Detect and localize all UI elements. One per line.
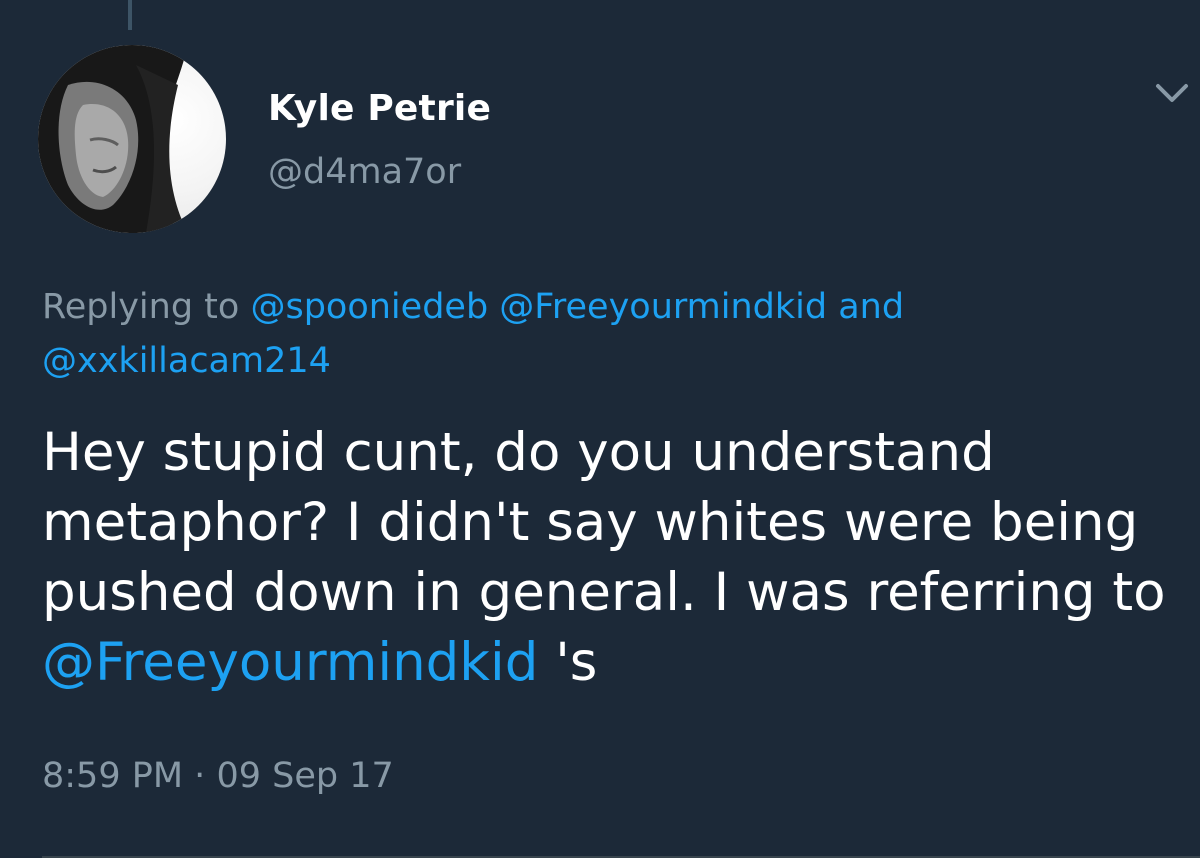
mention-link-spooniedeb[interactable]: @spooniedeb [250, 287, 488, 327]
author-handle[interactable]: @d4ma7or [268, 152, 461, 192]
and-others-link[interactable]: and [838, 287, 904, 327]
tweet-mention-link[interactable]: @Freeyourmindkid [42, 632, 538, 693]
timestamp-separator: · [194, 756, 206, 796]
tweet-text: Hey stupid cunt, do you understand metap… [42, 418, 1172, 698]
timestamp-date: 09 Sep 17 [216, 756, 394, 796]
avatar-photo [38, 45, 188, 233]
mention-link-freeyourmindkid[interactable]: @Freeyourmindkid [499, 287, 827, 327]
thread-connector-line [128, 0, 132, 30]
tweet-timestamp[interactable]: 8:59 PM · 09 Sep 17 [42, 756, 394, 796]
tweet-text-tail: 's [555, 632, 598, 693]
replying-to-context: Replying to @spooniedeb @Freeyourmindkid… [42, 280, 1162, 388]
replying-to-label: Replying to [42, 287, 240, 327]
timestamp-time: 8:59 PM [42, 756, 184, 796]
chevron-down-icon[interactable] [1152, 78, 1192, 108]
avatar[interactable] [38, 45, 226, 233]
author-name[interactable]: Kyle Petrie [268, 88, 491, 129]
mention-link-xxkillacam214[interactable]: @xxkillacam214 [42, 341, 331, 381]
tweet-text-main: Hey stupid cunt, do you understand metap… [42, 422, 1166, 623]
